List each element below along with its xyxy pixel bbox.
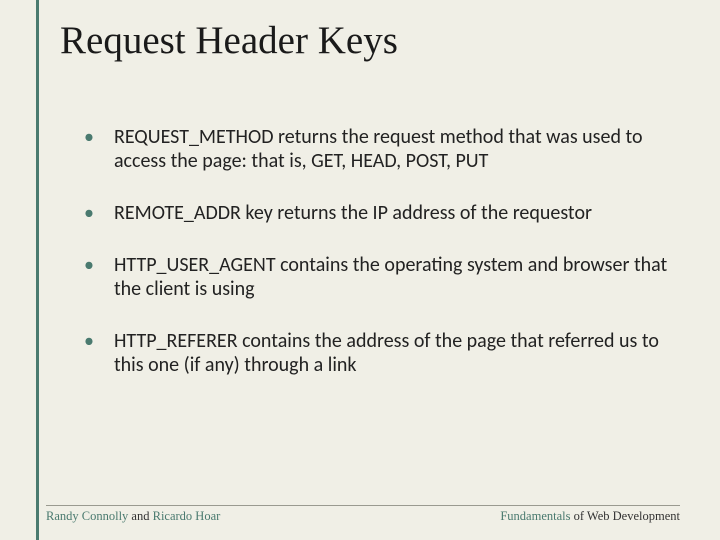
list-item: • HTTP_USER_AGENT contains the operating…	[84, 253, 670, 301]
footer-left: Randy Connolly and Ricardo Hoar	[46, 509, 220, 524]
book-title-first-word: Fundamentals	[500, 509, 570, 523]
footer-connector: and	[128, 509, 152, 523]
bullet-icon: •	[84, 125, 94, 173]
bullet-icon: •	[84, 329, 94, 377]
author-name: Ricardo Hoar	[153, 509, 221, 523]
bullet-text: HTTP_USER_AGENT contains the operating s…	[114, 253, 670, 301]
list-item: • REMOTE_ADDR key returns the IP address…	[84, 201, 670, 225]
bullet-icon: •	[84, 253, 94, 301]
footer: Randy Connolly and Ricardo Hoar Fundamen…	[46, 509, 680, 524]
list-item: • HTTP_REFERER contains the address of t…	[84, 329, 670, 377]
bullet-icon: •	[84, 201, 94, 225]
bullet-text: HTTP_REFERER contains the address of the…	[114, 329, 670, 377]
bullet-text: REQUEST_METHOD returns the request metho…	[114, 125, 670, 173]
bullet-list: • REQUEST_METHOD returns the request met…	[84, 125, 670, 377]
slide-title: Request Header Keys	[60, 18, 680, 63]
footer-right: Fundamentals of Web Development	[500, 509, 680, 524]
book-title-rest: of Web Development	[571, 509, 681, 523]
author-name: Randy Connolly	[46, 509, 128, 523]
bullet-text: REMOTE_ADDR key returns the IP address o…	[114, 201, 592, 225]
footer-divider	[46, 505, 680, 506]
list-item: • REQUEST_METHOD returns the request met…	[84, 125, 670, 173]
accent-bar	[36, 0, 39, 540]
